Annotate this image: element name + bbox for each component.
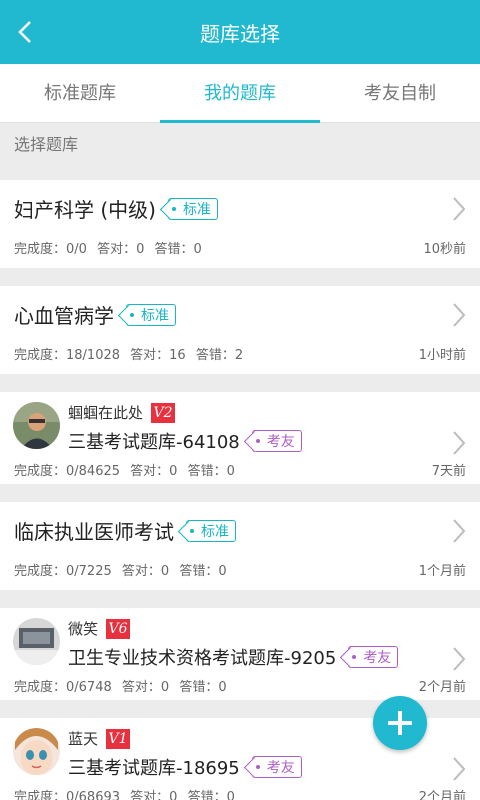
user-name: 蓝天	[68, 730, 99, 748]
tag-badge: 考友	[251, 756, 302, 778]
wrong-text: 答错：0	[154, 242, 202, 257]
item-title: 心血管病学	[14, 304, 114, 328]
plus-icon	[388, 711, 412, 735]
wrong-text: 答错：2	[195, 348, 244, 363]
tab-bar: 标准题库 我的题库 考友自制	[0, 64, 480, 123]
correct-text: 答对：0	[130, 790, 178, 800]
tab-standard[interactable]: 标准题库	[0, 64, 160, 122]
correct-text: 答对：0	[121, 680, 170, 695]
timestamp: 10秒前	[423, 242, 466, 257]
chevron-right-icon	[453, 519, 466, 543]
item-title: 三基考试题库-64108	[68, 432, 240, 453]
correct-text: 答对：0	[121, 564, 170, 579]
wrong-text: 答错：0	[179, 564, 227, 579]
divider	[0, 374, 480, 392]
tag-badge: 考友	[251, 430, 302, 452]
correct-text: 答对：0	[97, 242, 145, 257]
level-badge: V6	[106, 618, 131, 639]
wrong-text: 答错：0	[187, 464, 235, 479]
chevron-right-icon	[453, 197, 466, 221]
item-title: 妇产科学 (中级)	[14, 198, 156, 222]
list-item[interactable]: 妇产科学 (中级) 标准 完成度：0/0 答对：0 答错：0 10秒前	[0, 180, 480, 268]
list-item[interactable]: 微笑 V6 卫生专业技术资格考试题库-9205 考友 完成度：0/6748 答对…	[0, 608, 480, 700]
wrong-text: 答错：0	[187, 790, 235, 800]
list-item[interactable]: 临床执业医师考试 标准 完成度：0/7225 答对：0 答错：0 1个月前	[0, 502, 480, 590]
list-item[interactable]: 蝈蝈在此处 V2 三基考试题库-64108 考友 完成度：0/84625 答对：…	[0, 392, 480, 484]
progress-text: 完成度：18/1028	[14, 348, 121, 363]
tab-friends[interactable]: 考友自制	[320, 64, 480, 122]
page-title: 题库选择	[200, 22, 280, 46]
progress-text: 完成度：0/68693	[14, 790, 121, 800]
progress-text: 完成度：0/6748	[14, 680, 112, 695]
timestamp: 7天前	[431, 464, 466, 479]
item-title: 卫生专业技术资格考试题库-9205	[68, 648, 337, 669]
correct-text: 答对：0	[130, 464, 178, 479]
timestamp: 1小时前	[418, 348, 466, 363]
tag-badge: 考友	[348, 646, 399, 668]
timestamp: 2个月前	[418, 790, 466, 800]
avatar	[13, 618, 60, 665]
user-name: 蝈蝈在此处	[68, 404, 144, 422]
list-item[interactable]: 心血管病学 标准 完成度：18/1028 答对：16 答错：2 1小时前	[0, 286, 480, 374]
progress-text: 完成度：0/0	[14, 242, 87, 257]
level-badge: V1	[106, 728, 131, 749]
progress-text: 完成度：0/84625	[14, 464, 121, 479]
chevron-right-icon	[453, 647, 466, 671]
divider	[0, 268, 480, 286]
item-title: 三基考试题库-18695	[68, 758, 240, 779]
section-label: 选择题库	[0, 122, 480, 166]
tab-mine[interactable]: 我的题库	[160, 64, 320, 123]
timestamp: 1个月前	[418, 564, 466, 579]
chevron-right-icon	[453, 303, 466, 327]
level-badge: V2	[151, 402, 176, 423]
add-button[interactable]	[373, 696, 427, 750]
correct-text: 答对：16	[130, 348, 186, 363]
app-header: 题库选择	[0, 0, 480, 64]
chevron-right-icon	[453, 431, 466, 455]
tag-badge: 标准	[186, 519, 236, 542]
divider	[0, 484, 480, 502]
item-title: 临床执业医师考试	[14, 520, 174, 544]
wrong-text: 答错：0	[179, 680, 227, 695]
timestamp: 2个月前	[418, 680, 466, 695]
avatar	[13, 728, 60, 775]
tag-badge: 标准	[126, 303, 176, 326]
progress-text: 完成度：0/7225	[14, 564, 112, 579]
chevron-right-icon	[453, 757, 466, 781]
tag-badge: 标准	[167, 197, 218, 220]
user-name: 微笑	[68, 620, 99, 638]
divider	[0, 590, 480, 608]
avatar	[13, 402, 60, 449]
